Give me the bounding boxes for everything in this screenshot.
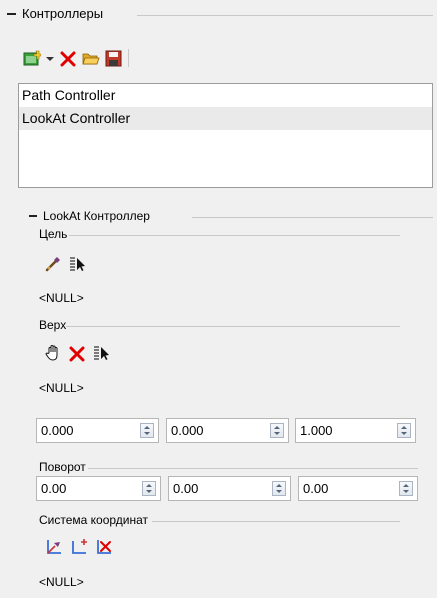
controllers-list[interactable]: Path Controller LookAt Controller <box>18 83 433 188</box>
up-vector-y-value[interactable]: 0.000 <box>167 423 270 438</box>
up-vector-x[interactable]: 0.000 <box>36 418 159 443</box>
rotation-y-value[interactable]: 0.00 <box>169 481 272 496</box>
add-controller-icon[interactable] <box>23 50 42 67</box>
spinner-arrows-icon[interactable] <box>399 481 413 496</box>
spinner-arrows-icon[interactable] <box>140 423 154 438</box>
rotation-x-value[interactable]: 0.00 <box>37 481 142 496</box>
toolbar-separator <box>128 49 129 67</box>
up-vector-z[interactable]: 1.000 <box>295 418 416 443</box>
rotation-x[interactable]: 0.00 <box>36 476 161 501</box>
up-vector-z-value[interactable]: 1.000 <box>296 423 397 438</box>
section-divider <box>66 326 400 327</box>
spinner-arrows-icon[interactable] <box>142 481 156 496</box>
coord-system-value: <NULL> <box>39 575 84 589</box>
up-toolbar <box>45 344 109 362</box>
list-item-path-controller[interactable]: Path Controller <box>19 84 432 107</box>
spinner-arrows-icon[interactable] <box>272 481 286 496</box>
axes-pick-icon[interactable] <box>45 538 63 556</box>
rotation-z-value[interactable]: 0.00 <box>299 481 399 496</box>
section-divider <box>69 235 400 236</box>
coord-system-label: Система координат <box>39 513 149 527</box>
coord-system-toolbar <box>45 538 113 556</box>
up-label: Верх <box>39 318 67 332</box>
hand-pick-icon[interactable] <box>45 344 63 362</box>
pick-eyedropper-icon[interactable] <box>45 256 61 272</box>
controllers-group-title: Контроллеры <box>22 6 104 21</box>
controllers-group-header: Контроллеры <box>7 6 103 21</box>
lookat-group-header: LookAt Контроллер <box>29 209 150 223</box>
collapse-dash-icon[interactable] <box>29 215 37 217</box>
up-value: <NULL> <box>39 381 84 395</box>
target-toolbar <box>45 256 85 272</box>
axes-add-icon[interactable] <box>70 538 88 556</box>
select-from-list-icon[interactable] <box>93 344 109 362</box>
delete-icon[interactable] <box>60 50 76 67</box>
rotation-y[interactable]: 0.00 <box>168 476 291 501</box>
group-divider <box>192 217 433 218</box>
spinner-arrows-icon[interactable] <box>270 423 284 438</box>
collapse-dash-icon[interactable] <box>7 12 16 15</box>
rotation-z[interactable]: 0.00 <box>298 476 418 501</box>
clear-icon[interactable] <box>69 344 85 362</box>
lookat-group-title: LookAt Контроллер <box>43 209 150 223</box>
spinner-arrows-icon[interactable] <box>397 423 411 438</box>
target-value: <NULL> <box>39 291 84 305</box>
list-item-lookat-controller[interactable]: LookAt Controller <box>19 107 432 130</box>
group-divider <box>137 15 433 16</box>
controllers-toolbar <box>23 49 129 67</box>
target-label: Цель <box>39 227 68 241</box>
save-disk-icon[interactable] <box>105 50 122 67</box>
up-vector-y[interactable]: 0.000 <box>166 418 289 443</box>
select-from-list-icon[interactable] <box>69 256 85 272</box>
dropdown-arrow-icon[interactable] <box>46 50 54 67</box>
rotation-label: Поворот <box>39 460 86 474</box>
section-divider <box>88 468 418 469</box>
open-folder-icon[interactable] <box>82 50 100 67</box>
axes-clear-icon[interactable] <box>95 538 113 556</box>
section-divider <box>152 521 400 522</box>
up-vector-x-value[interactable]: 0.000 <box>37 423 140 438</box>
